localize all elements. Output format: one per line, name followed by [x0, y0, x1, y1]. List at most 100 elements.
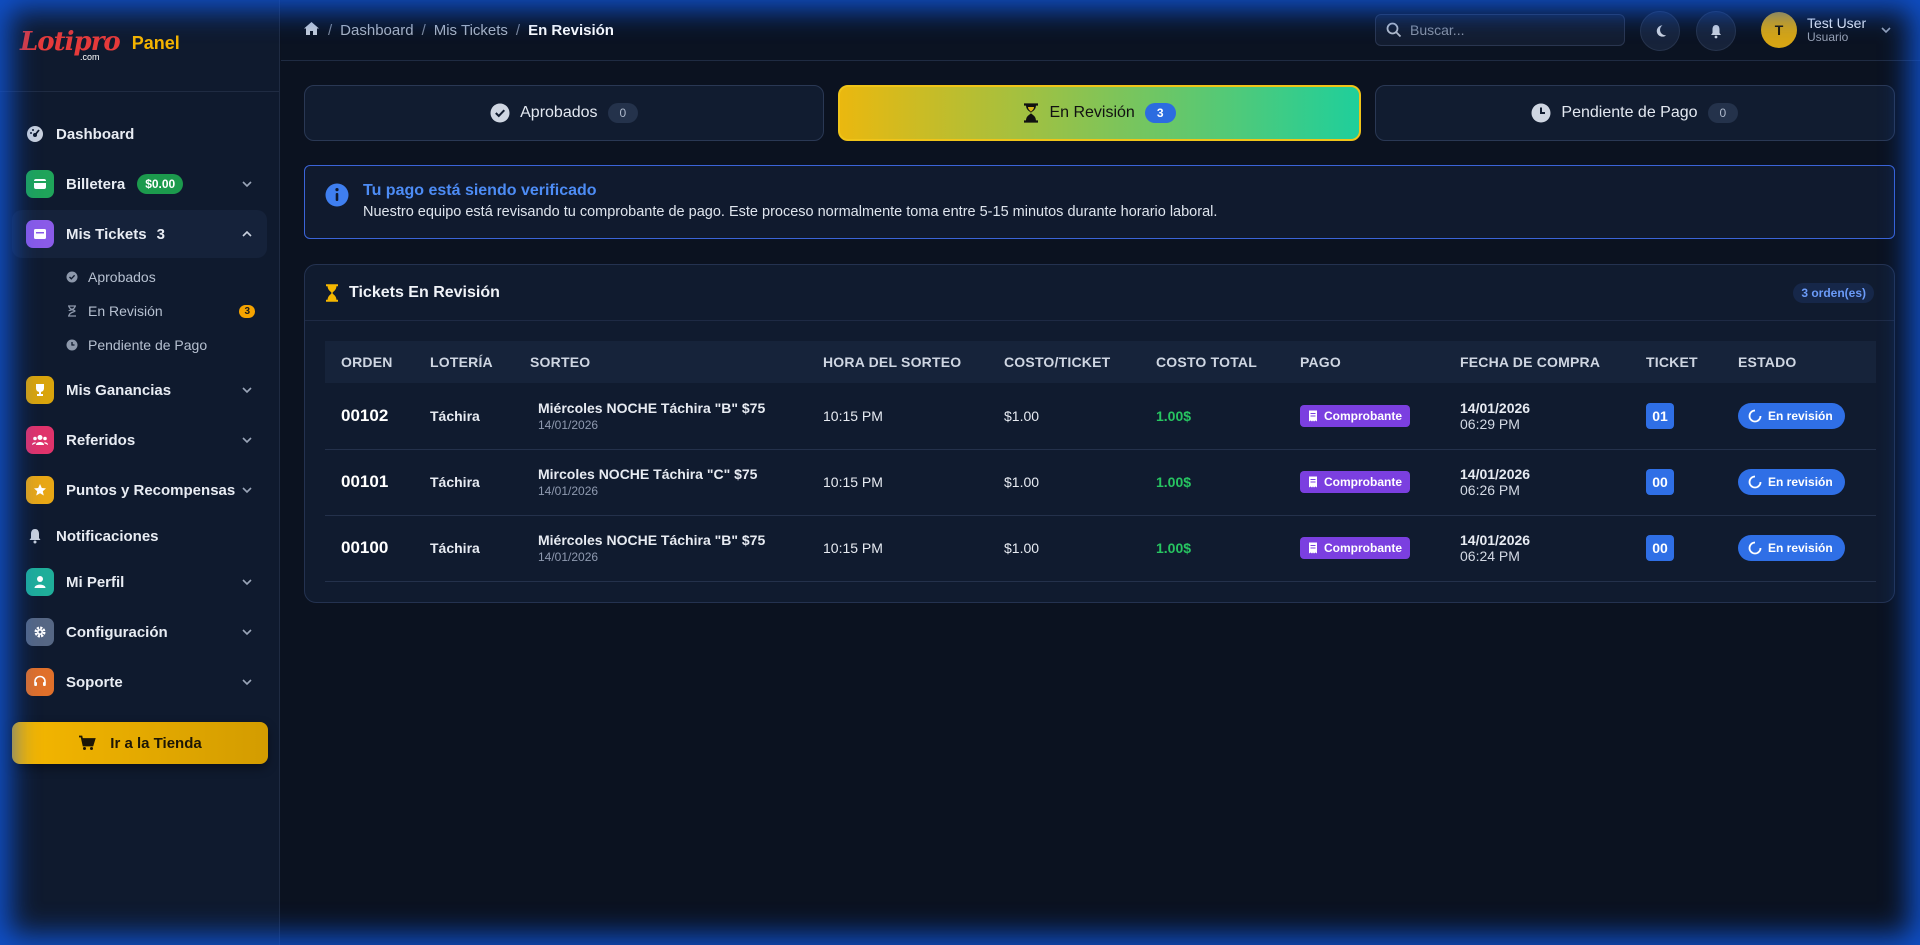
- breadcrumb-separator: /: [421, 21, 426, 39]
- lottery-name: Táchira: [430, 540, 480, 556]
- sidebar-item-label: Notificaciones: [56, 527, 159, 545]
- sidebar-item-wallet[interactable]: Billetera $0.00: [12, 160, 267, 208]
- purchase-time: 06:26 PM: [1460, 482, 1520, 498]
- hourglass-icon: [66, 305, 78, 317]
- draw-cell: Mircoles NOCHE Táchira "C" $75 14/01/202…: [514, 449, 807, 515]
- draw-name: Miércoles NOCHE Táchira "B" $75: [538, 399, 766, 416]
- ticket-cost: $1.00: [1004, 540, 1040, 556]
- spinner-icon: [1748, 475, 1762, 489]
- clock-icon: [66, 339, 78, 351]
- table-row[interactable]: 00101 Táchira Mircoles NOCHE Táchira "C"…: [325, 449, 1876, 515]
- draw-date: 14/01/2026: [538, 484, 599, 498]
- submenu-item-pendiente[interactable]: Pendiente de Pago: [66, 328, 267, 362]
- home-icon[interactable]: [303, 21, 320, 40]
- receipt-icon: [1309, 476, 1317, 488]
- sidebar-item-perfil[interactable]: Mi Perfil: [12, 558, 267, 606]
- user-menu[interactable]: T Test User Usuario: [1761, 12, 1894, 48]
- column-header[interactable]: SORTEO: [514, 341, 807, 383]
- breadcrumb-separator: /: [328, 21, 333, 39]
- go-to-store-button[interactable]: Ir a la Tienda: [12, 722, 268, 764]
- check-circle-icon: [490, 103, 510, 123]
- order-number: 00100: [341, 538, 389, 557]
- logo-row: Lotipro .com Panel: [0, 0, 279, 92]
- tab-en-revision[interactable]: En Revisión 3: [838, 85, 1361, 141]
- ticket-cell: 00: [1630, 449, 1722, 515]
- column-header[interactable]: FECHA DE COMPRA: [1444, 341, 1630, 383]
- bell-icon: [1711, 24, 1721, 38]
- status-tabs: Aprobados 0 En Revisión 3 Pendiente de P…: [304, 85, 1895, 141]
- sidebar: Lotipro .com Panel Dashboard Billetera $…: [0, 0, 280, 945]
- tickets-table: ORDEN LOTERÍA SORTEO HORA DEL SORTEO COS…: [325, 341, 1876, 582]
- headset-icon: [26, 668, 54, 696]
- chevron-down-icon: [242, 387, 252, 394]
- sidebar-item-puntos[interactable]: Puntos y Recompensas: [12, 466, 267, 514]
- purchase-date-cell: 14/01/2026 06:29 PM: [1444, 383, 1630, 449]
- total-cost: 1.00$: [1156, 474, 1192, 490]
- sidebar-item-notificaciones[interactable]: Notificaciones: [12, 516, 267, 556]
- table-row[interactable]: 00102 Táchira Miércoles NOCHE Táchira "B…: [325, 383, 1876, 449]
- sidebar-item-label: Configuración: [66, 623, 168, 641]
- sidebar-item-ganancias[interactable]: Mis Ganancias: [12, 366, 267, 414]
- payment-cell: Comprobante: [1284, 449, 1444, 515]
- draw-date: 14/01/2026: [538, 550, 599, 564]
- card-title: Tickets En Revisión: [349, 283, 500, 301]
- sidebar-item-configuracion[interactable]: Configuración: [12, 608, 267, 656]
- search-input[interactable]: [1410, 22, 1610, 38]
- lottery-name: Táchira: [430, 407, 480, 424]
- column-header[interactable]: ESTADO: [1722, 341, 1876, 383]
- column-header[interactable]: TICKET: [1630, 341, 1722, 383]
- column-header[interactable]: COSTO TOTAL: [1140, 341, 1284, 383]
- orders-count-badge: 3 orden(es): [1793, 282, 1874, 303]
- sidebar-item-dashboard[interactable]: Dashboard: [12, 110, 267, 158]
- check-circle-icon: [66, 271, 78, 283]
- tab-label: Pendiente de Pago: [1561, 104, 1698, 121]
- tab-pendiente-pago[interactable]: Pendiente de Pago 0: [1374, 85, 1895, 141]
- order-number: 00101: [341, 472, 389, 491]
- column-header[interactable]: COSTO/TICKET: [988, 341, 1140, 383]
- submenu-item-en-revision[interactable]: En Revisión 3: [66, 294, 267, 328]
- table-header-row: ORDEN LOTERÍA SORTEO HORA DEL SORTEO COS…: [325, 341, 1876, 383]
- tab-label: En Revisión: [1049, 104, 1135, 121]
- notifications-button[interactable]: [1696, 11, 1736, 51]
- draw-name: Mircoles NOCHE Táchira "C" $75: [538, 466, 758, 482]
- receipt-button[interactable]: Comprobante: [1300, 537, 1410, 559]
- submenu-item-aprobados[interactable]: Aprobados: [66, 260, 267, 294]
- breadcrumb-mis-tickets[interactable]: Mis Tickets: [434, 22, 508, 39]
- column-header[interactable]: ORDEN: [325, 341, 414, 383]
- receipt-label: Comprobante: [1324, 408, 1402, 423]
- ticket-number: 00: [1646, 535, 1674, 561]
- column-header[interactable]: HORA DEL SORTEO: [807, 341, 988, 383]
- sidebar-item-soporte[interactable]: Soporte: [12, 658, 267, 706]
- ticket-number: 01: [1646, 402, 1674, 429]
- dark-mode-toggle[interactable]: [1640, 11, 1680, 51]
- order-number: 00102: [341, 405, 389, 425]
- hourglass-icon: [1024, 103, 1039, 123]
- column-header[interactable]: LOTERÍA: [414, 341, 514, 383]
- tab-aprobados[interactable]: Aprobados 0: [304, 85, 825, 141]
- chevron-down-icon: [242, 679, 252, 686]
- breadcrumb-dashboard[interactable]: Dashboard: [340, 22, 413, 39]
- logo[interactable]: Lotipro .com: [20, 29, 121, 62]
- status-label: En revisión: [1768, 475, 1833, 489]
- sidebar-item-label: Mis Tickets: [66, 225, 147, 243]
- sidebar-item-tickets[interactable]: Mis Tickets 3: [12, 210, 267, 258]
- wallet-icon: [26, 170, 54, 198]
- draw-cell: Miércoles NOCHE Táchira "B" $75 14/01/20…: [514, 515, 807, 581]
- table-row[interactable]: 00100 Táchira Miércoles NOCHE Táchira "B…: [325, 515, 1876, 581]
- ticket-cost: $1.00: [1004, 407, 1040, 424]
- draw-time: 10:15 PM: [823, 474, 883, 490]
- receipt-button[interactable]: Comprobante: [1300, 404, 1410, 427]
- receipt-button[interactable]: Comprobante: [1300, 471, 1410, 493]
- purchase-time: 06:24 PM: [1460, 548, 1520, 564]
- purchase-date: 14/01/2026: [1460, 466, 1531, 482]
- column-header[interactable]: PAGO: [1284, 341, 1444, 383]
- tickets-submenu: Aprobados En Revisión 3 Pendiente de Pag…: [12, 260, 267, 362]
- purchase-date: 14/01/2026: [1460, 399, 1531, 416]
- info-title: Tu pago está siendo verificado: [363, 182, 597, 199]
- sidebar-nav: Dashboard Billetera $0.00 Mis Tickets 3 …: [0, 92, 279, 764]
- receipt-label: Comprobante: [1324, 541, 1402, 555]
- status-badge: En revisión: [1738, 469, 1845, 495]
- submenu-item-label: En Revisión: [88, 303, 163, 319]
- draw-time: 10:15 PM: [823, 407, 883, 424]
- sidebar-item-referidos[interactable]: Referidos: [12, 416, 267, 464]
